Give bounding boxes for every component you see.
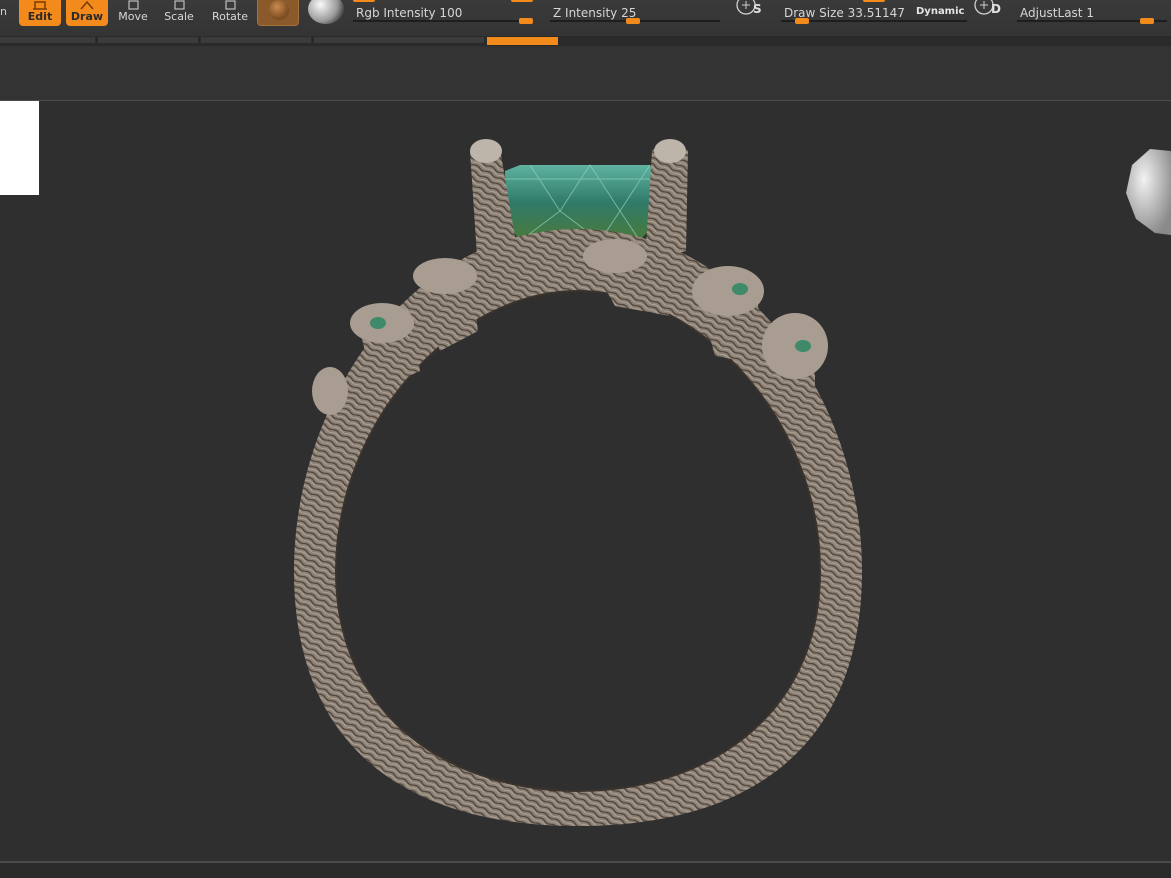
ring-model[interactable] bbox=[0, 101, 1171, 862]
rgb-intensity-top-knob[interactable] bbox=[511, 0, 533, 2]
tab-segment[interactable] bbox=[0, 37, 95, 43]
rgb-intensity-knob[interactable] bbox=[519, 18, 533, 24]
rgb-intensity-slider[interactable]: Rgb Intensity 100 bbox=[353, 0, 533, 28]
material-ball-icon bbox=[269, 0, 289, 20]
dynamic-toggle[interactable]: Dynamic bbox=[916, 6, 964, 17]
tab-segment[interactable] bbox=[201, 37, 311, 43]
tab-strip bbox=[0, 36, 1171, 46]
draw-size-knob[interactable] bbox=[795, 18, 809, 24]
document-bar bbox=[0, 46, 1171, 102]
bottom-shelf bbox=[0, 863, 1171, 878]
move-icon bbox=[128, 0, 139, 10]
z-intensity-knob[interactable] bbox=[626, 18, 640, 24]
draw-size-top-knob[interactable] bbox=[863, 0, 885, 2]
d-dynamesh-icon[interactable]: D bbox=[973, 0, 1001, 20]
rotate-button-label: Rotate bbox=[211, 10, 248, 23]
scale-icon bbox=[174, 0, 185, 10]
truncated-label: n bbox=[0, 5, 7, 18]
rgb-intensity-track[interactable] bbox=[353, 20, 533, 22]
rgb-toggle-knob[interactable] bbox=[353, 0, 375, 2]
move-button-label: Move bbox=[118, 10, 148, 23]
d-letter: D bbox=[991, 2, 1001, 16]
move-button[interactable]: Move bbox=[112, 0, 154, 26]
edit-icon bbox=[33, 1, 47, 10]
active-tab-indicator[interactable] bbox=[487, 37, 558, 45]
orientation-sphere[interactable] bbox=[1126, 149, 1171, 235]
adjust-last-label: AdjustLast 1 bbox=[1020, 6, 1094, 20]
adjust-last-slider[interactable]: AdjustLast 1 bbox=[1017, 0, 1167, 28]
scale-button[interactable]: Scale bbox=[158, 0, 200, 26]
draw-button[interactable]: Draw bbox=[66, 0, 108, 26]
viewport-canvas[interactable] bbox=[0, 101, 1171, 862]
adjust-last-knob[interactable] bbox=[1140, 18, 1154, 24]
rotate-button[interactable]: Rotate bbox=[209, 0, 251, 26]
tab-segment[interactable] bbox=[98, 37, 198, 43]
edit-button-label: Edit bbox=[27, 10, 53, 23]
s-letter: S bbox=[753, 2, 762, 16]
draw-button-label: Draw bbox=[70, 10, 104, 23]
tab-segment[interactable] bbox=[314, 37, 484, 43]
brush-preview-icon[interactable] bbox=[308, 0, 344, 24]
edit-button[interactable]: Edit bbox=[19, 0, 61, 26]
scale-button-label: Scale bbox=[164, 10, 194, 23]
s-sculptris-icon[interactable]: S bbox=[735, 0, 762, 20]
z-intensity-label: Z Intensity 25 bbox=[553, 6, 637, 20]
draw-icon bbox=[80, 0, 94, 10]
top-toolbar: n Edit Draw Move Scale Rotate Rgb Intens… bbox=[0, 0, 1171, 36]
z-intensity-slider[interactable]: Z Intensity 25 bbox=[550, 0, 720, 28]
material-swatch[interactable] bbox=[257, 0, 299, 26]
rotate-icon bbox=[225, 0, 236, 10]
rgb-intensity-label: Rgb Intensity 100 bbox=[356, 6, 463, 20]
